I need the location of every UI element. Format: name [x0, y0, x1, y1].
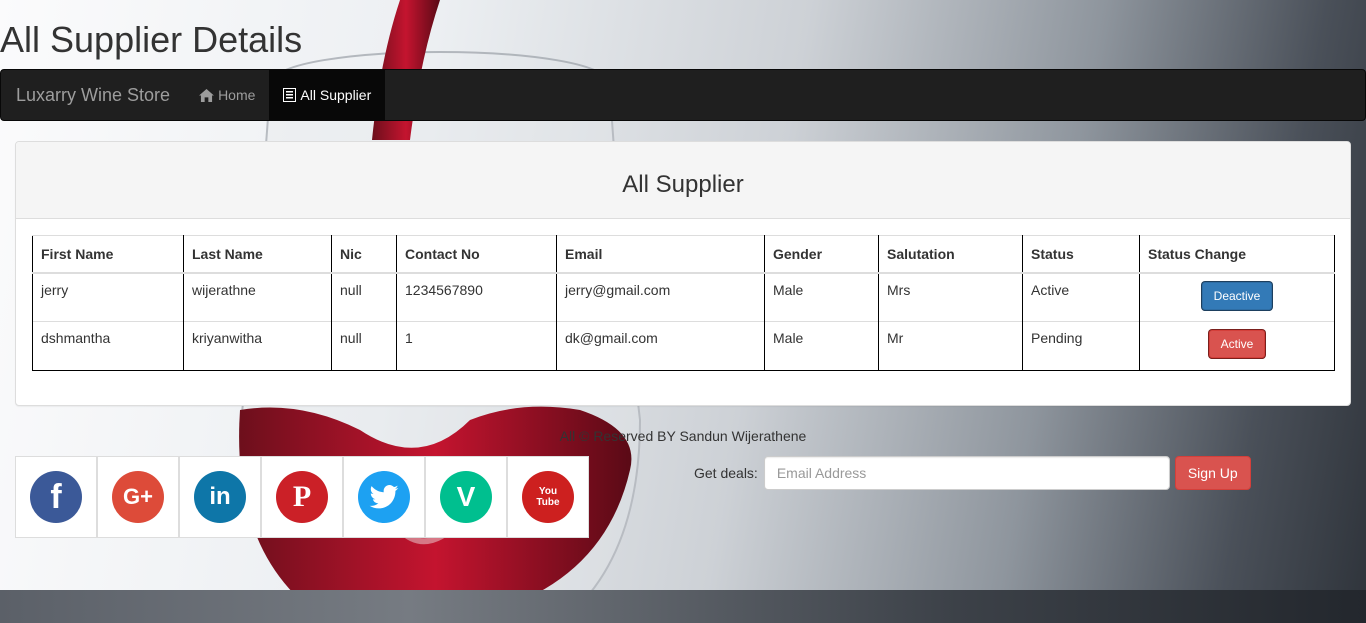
youtube-link[interactable]: You Tube	[507, 456, 589, 538]
cell-status-change: Active	[1139, 321, 1335, 371]
navbar-brand[interactable]: Luxarry Wine Store	[1, 70, 185, 120]
column-header: Contact No	[396, 235, 557, 274]
cell-status: Active	[1022, 272, 1140, 322]
cell-contact: 1234567890	[396, 272, 557, 322]
column-header: Status	[1022, 235, 1140, 274]
cell-last-name: wijerathne	[183, 272, 332, 322]
facebook-icon: f	[30, 471, 82, 523]
table-surface	[0, 590, 1366, 623]
column-header: First Name	[32, 235, 184, 274]
linkedin-icon: in	[194, 471, 246, 523]
cell-salutation: Mr	[878, 321, 1023, 371]
copyright-text: All © Reserved BY Sandun Wijerathene	[559, 428, 807, 444]
cell-gender: Male	[764, 321, 879, 371]
column-header: Last Name	[183, 235, 332, 274]
home-icon	[199, 88, 214, 102]
cell-nic: null	[331, 272, 397, 322]
page-title: All Supplier Details	[0, 19, 303, 60]
navbar: Luxarry Wine Store Home All Supplier	[0, 69, 1366, 121]
email-address-input[interactable]	[763, 456, 1170, 490]
cell-first-name: jerry	[32, 272, 184, 322]
deals-form: Get deals: Sign Up	[694, 456, 1251, 490]
cell-email: dk@gmail.com	[556, 321, 765, 371]
nav-item-label: All Supplier	[300, 87, 372, 103]
cell-last-name: kriyanwitha	[183, 321, 332, 371]
nav-item-label: Home	[218, 87, 256, 103]
sign-up-button[interactable]: Sign Up	[1174, 456, 1251, 490]
column-header: Gender	[764, 235, 879, 274]
table-row: jerry wijerathne null 1234567890 jerry@g…	[32, 272, 1335, 322]
column-header: Salutation	[878, 235, 1023, 274]
table-header-row: First Name Last Name Nic Contact No Emai…	[32, 235, 1335, 274]
cell-email: jerry@gmail.com	[556, 272, 765, 322]
vine-link[interactable]: V	[425, 456, 507, 538]
cell-contact: 1	[396, 321, 557, 371]
facebook-link[interactable]: f	[15, 456, 97, 538]
supplier-table: First Name Last Name Nic Contact No Emai…	[32, 235, 1335, 371]
vine-icon: V	[440, 471, 492, 523]
cell-salutation: Mrs	[878, 272, 1023, 322]
column-header: Email	[556, 235, 765, 274]
cell-gender: Male	[764, 272, 879, 322]
cell-status-change: Deactive	[1139, 272, 1335, 322]
social-links: f G+ in P V You Tube	[15, 456, 589, 538]
cell-first-name: dshmantha	[32, 321, 184, 371]
nav-item-home[interactable]: Home	[185, 70, 269, 120]
google-plus-link[interactable]: G+	[97, 456, 179, 538]
column-header: Status Change	[1139, 235, 1335, 274]
table-row: dshmantha kriyanwitha null 1 dk@gmail.co…	[32, 321, 1335, 371]
pinterest-link[interactable]: P	[261, 456, 343, 538]
column-header: Nic	[331, 235, 397, 274]
twitter-icon	[358, 471, 410, 523]
pinterest-icon: P	[276, 471, 328, 523]
cell-nic: null	[331, 321, 397, 371]
supplier-panel: All Supplier First Name Last Name Nic Co…	[15, 141, 1351, 406]
google-plus-icon: G+	[112, 471, 164, 523]
panel-heading: All Supplier	[16, 142, 1350, 219]
list-icon	[283, 88, 297, 102]
deals-label: Get deals:	[694, 465, 758, 481]
youtube-icon: You Tube	[522, 471, 574, 523]
cell-status: Pending	[1022, 321, 1140, 371]
active-button[interactable]: Active	[1208, 330, 1266, 358]
deactive-button[interactable]: Deactive	[1201, 281, 1273, 310]
nav-item-all-supplier[interactable]: All Supplier	[269, 70, 386, 120]
twitter-link[interactable]	[343, 456, 425, 538]
linkedin-link[interactable]: in	[179, 456, 261, 538]
